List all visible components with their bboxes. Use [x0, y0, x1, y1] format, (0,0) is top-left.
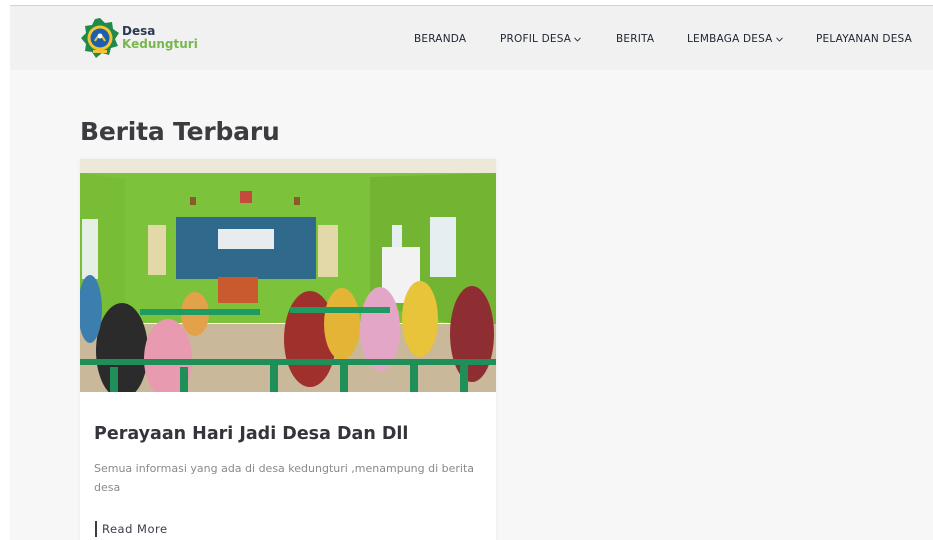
nav-item-pelayanan-desa[interactable]: PELAYANAN DESA	[816, 33, 912, 45]
page: Desa Kedungturi BERANDA PROFIL DESA BERI…	[10, 5, 933, 540]
nav-item-lembaga-desa[interactable]: LEMBAGA DESA	[687, 33, 783, 45]
news-title[interactable]: Perayaan Hari Jadi Desa Dan Dll	[94, 424, 408, 444]
nav-item-beranda[interactable]: BERANDA	[414, 33, 466, 45]
news-photo[interactable]	[80, 159, 496, 392]
nav-label: BERITA	[616, 33, 655, 45]
chevron-down-icon	[775, 36, 783, 42]
chevron-down-icon	[574, 36, 582, 42]
nav-label: PELAYANAN DESA	[816, 33, 912, 45]
read-more-link[interactable]: Read More	[95, 521, 168, 537]
nav-label: LEMBAGA DESA	[687, 33, 773, 45]
navbar: Desa Kedungturi BERANDA PROFIL DESA BERI…	[10, 6, 933, 70]
news-excerpt: Semua informasi yang ada di desa kedungt…	[94, 462, 475, 494]
nav-item-profil-desa[interactable]: PROFIL DESA	[500, 33, 582, 45]
main-navigation: BERANDA PROFIL DESA BERITA LEMBAGA DESA …	[10, 33, 933, 47]
page-title: Berita Terbaru	[80, 117, 280, 146]
nav-label: BERANDA	[414, 33, 467, 45]
nav-label: PROFIL DESA	[500, 33, 572, 45]
nav-item-berita[interactable]: BERITA	[616, 33, 654, 45]
news-card: Perayaan Hari Jadi Desa Dan Dll Semua in…	[80, 159, 496, 540]
